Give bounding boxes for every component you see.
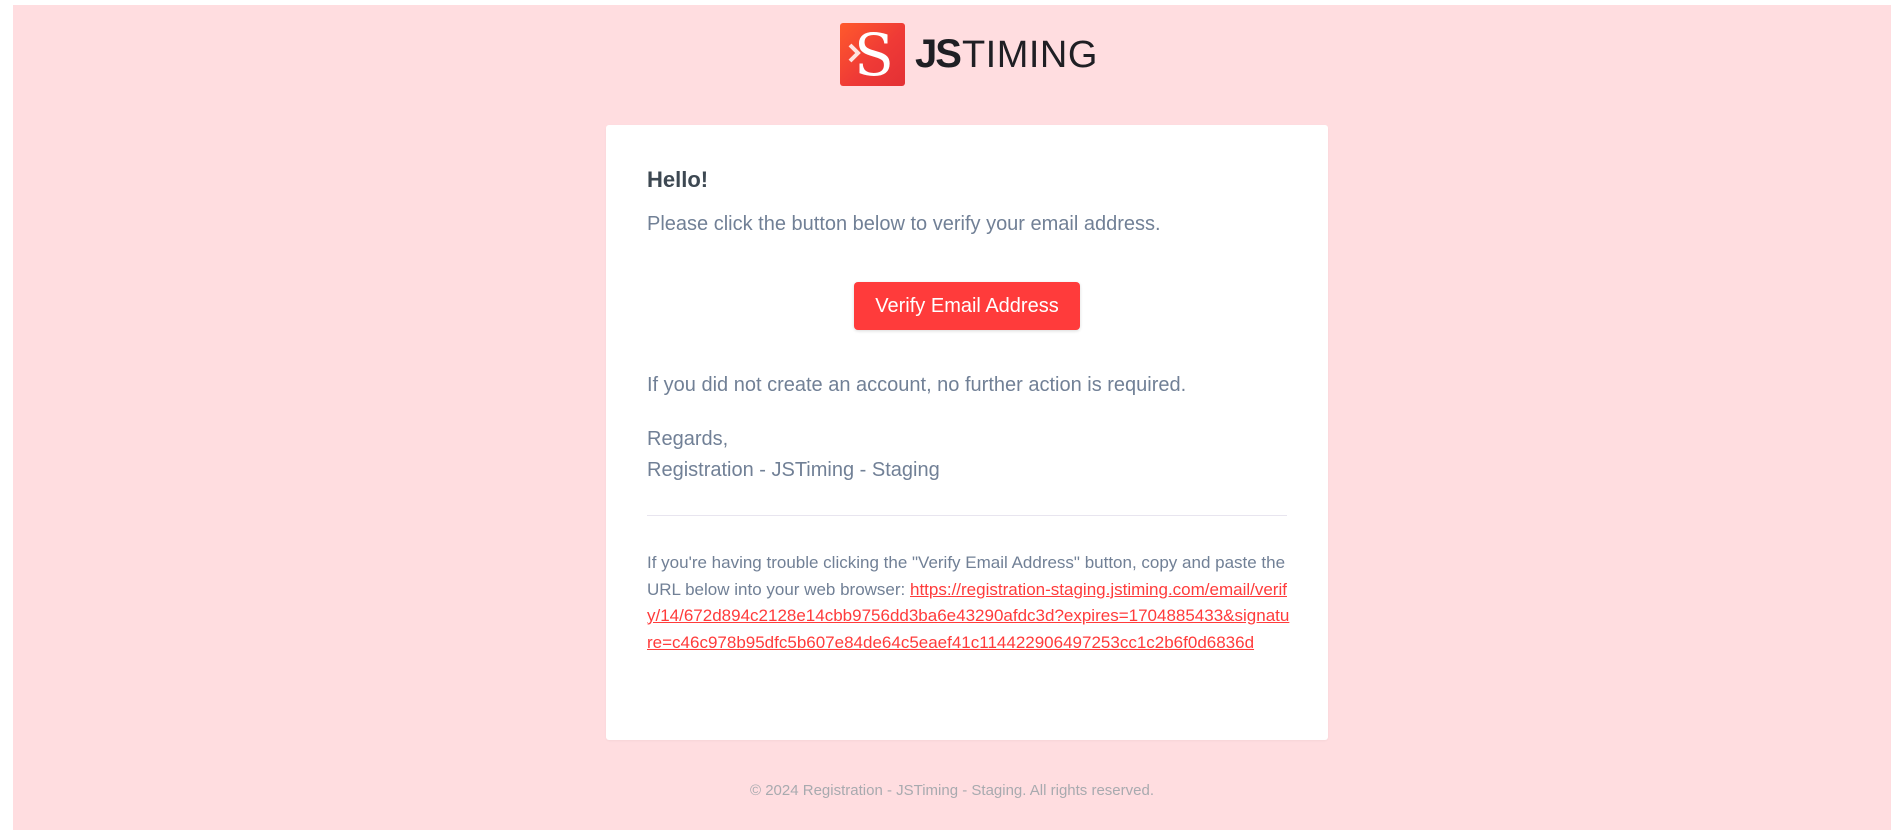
logo-s-icon: S: [840, 23, 905, 86]
salutation-text: Regards,: [647, 428, 729, 450]
email-header: S JS TIMING: [13, 5, 1891, 125]
verify-email-button[interactable]: Verify Email Address: [854, 282, 1080, 330]
greeting-heading: Hello!: [647, 167, 709, 192]
brand-wordmark-bold: JS: [915, 32, 962, 76]
signature-text: Registration - JSTiming - Staging: [647, 459, 940, 481]
brand-wordmark: JS TIMING: [915, 34, 1098, 75]
no-action-text: If you did not create an account, no fur…: [647, 374, 1187, 396]
brand-logo-link[interactable]: S JS TIMING: [840, 23, 1098, 86]
intro-text: Please click the button below to verify …: [647, 213, 1161, 235]
footer-copyright: © 2024 Registration - JSTiming - Staging…: [749, 782, 1154, 799]
brand-wordmark-light: TIMING: [961, 34, 1098, 76]
email-body-card: Hello! Please click the button below to …: [606, 125, 1328, 740]
email-background: S JS TIMING Hello! Please click the butt…: [13, 5, 1891, 830]
subcopy: If you're having trouble clicking the "V…: [647, 550, 1291, 656]
divider: [647, 515, 1287, 516]
svg-text:S: S: [854, 23, 894, 86]
signoff: Regards, Registration - JSTiming - Stagi…: [647, 424, 940, 486]
